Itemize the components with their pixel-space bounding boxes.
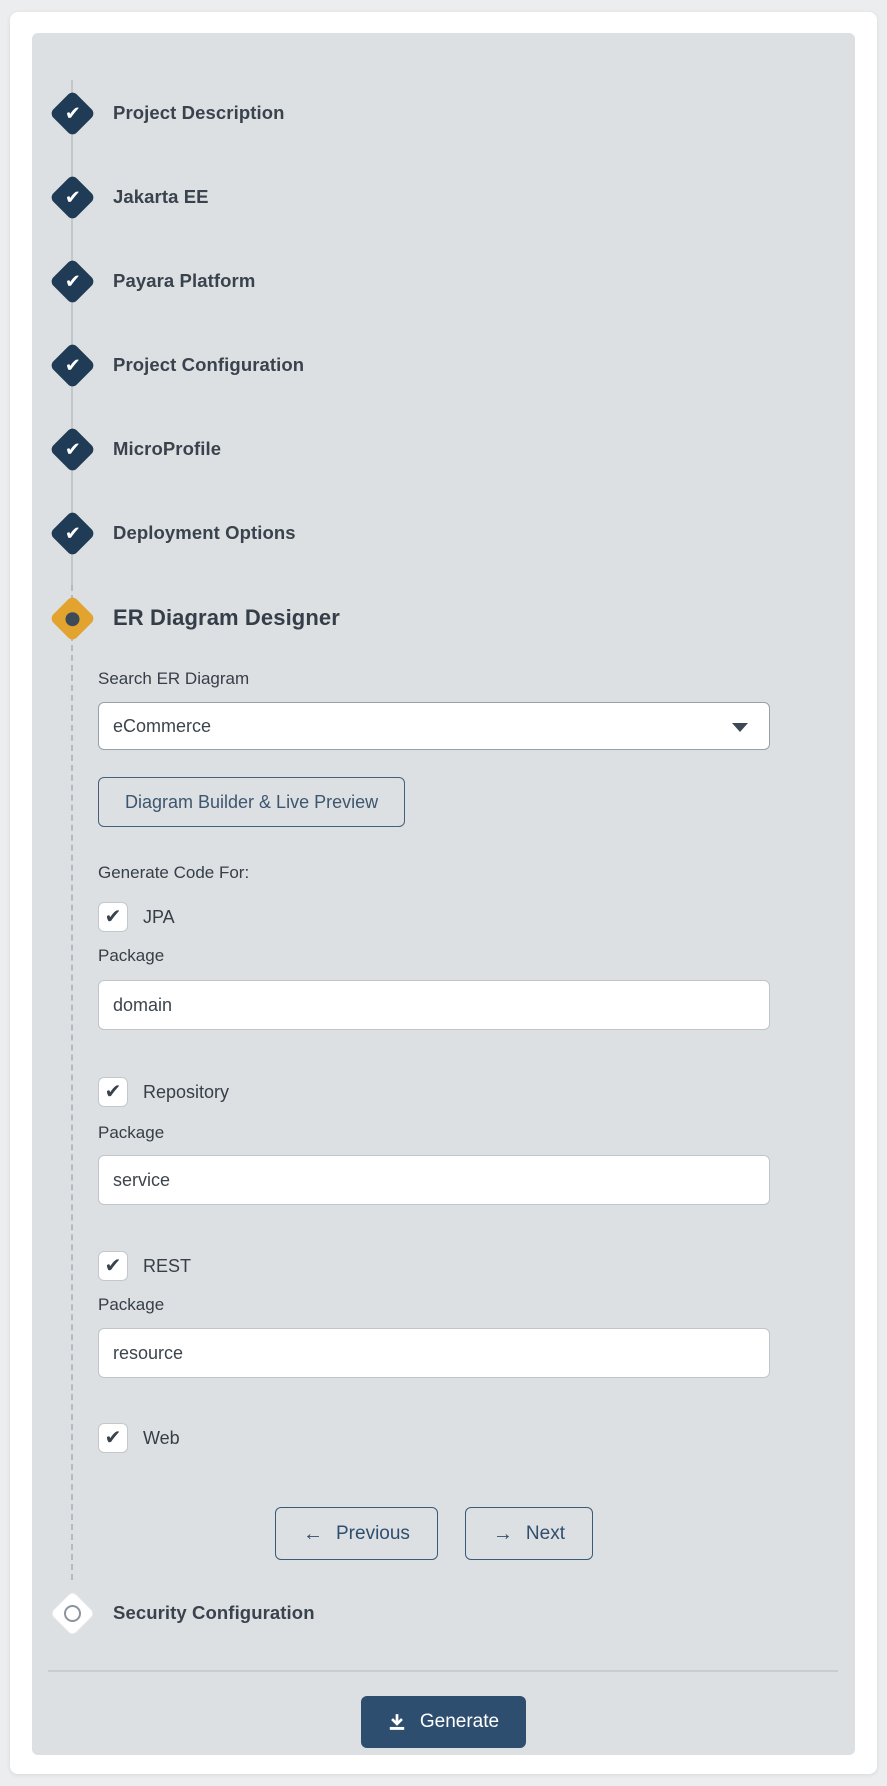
step-payara-platform[interactable]: ✔ Payara Platform [32,239,855,323]
jpa-option-row: ✔ JPA [98,901,770,933]
step-label: Deployment Options [113,522,296,544]
stepper-panel: ✔ Project Description ✔ Jakarta EE ✔ Pay… [32,33,855,1755]
step-jakarta-ee[interactable]: ✔ Jakarta EE [32,155,855,239]
generate-button-label: Generate [420,1711,499,1733]
check-icon: ✔ [105,907,122,927]
step-completed-icon: ✔ [50,259,95,304]
diagram-builder-button[interactable]: Diagram Builder & Live Preview [98,777,405,827]
footer-divider [48,1670,838,1672]
check-icon: ✔ [65,103,81,122]
next-button[interactable]: → Next [465,1507,593,1560]
step-label: Project Description [113,102,285,124]
check-icon: ✔ [65,187,81,206]
wizard-nav-buttons: ← Previous → Next [98,1507,770,1560]
check-icon: ✔ [65,523,81,542]
step-active-icon [50,596,95,641]
web-option-row: ✔ Web [98,1422,770,1454]
jpa-checkbox[interactable]: ✔ [98,902,128,932]
check-icon: ✔ [105,1256,122,1276]
step-completed-icon: ✔ [50,175,95,220]
rest-package-input[interactable] [98,1328,770,1378]
previous-button-label: Previous [336,1523,410,1545]
pending-ring-icon [64,1605,81,1622]
check-icon: ✔ [65,355,81,374]
web-checkbox[interactable]: ✔ [98,1423,128,1453]
web-checkbox-label: Web [143,1428,180,1449]
generate-code-for-label: Generate Code For: [98,863,770,883]
rest-option-row: ✔ REST [98,1250,770,1282]
check-icon: ✔ [65,271,81,290]
step-er-diagram-designer[interactable]: ER Diagram Designer [32,575,855,661]
page-title: ER Diagram Designer [113,605,340,631]
step-completed-icon: ✔ [50,511,95,556]
arrow-right-icon: → [493,1524,513,1544]
check-icon: ✔ [105,1082,122,1102]
step-deployment-options[interactable]: ✔ Deployment Options [32,491,855,575]
er-diagram-select[interactable]: eCommerce [98,702,770,750]
step-project-configuration[interactable]: ✔ Project Configuration [32,323,855,407]
caret-down-icon [732,723,748,732]
step-label: MicroProfile [113,438,221,460]
repository-package-input[interactable] [98,1155,770,1205]
step-label: Jakarta EE [113,186,209,208]
step-pending-icon [50,1591,95,1636]
download-icon [388,1713,406,1731]
repository-option-row: ✔ Repository [98,1076,770,1108]
previous-button[interactable]: ← Previous [275,1507,438,1560]
repository-checkbox[interactable]: ✔ [98,1077,128,1107]
arrow-left-icon: ← [303,1524,323,1544]
jpa-package-label: Package [98,946,770,966]
search-er-diagram-label: Search ER Diagram [98,669,770,689]
check-icon: ✔ [105,1428,122,1448]
wizard-card: ✔ Project Description ✔ Jakarta EE ✔ Pay… [10,12,877,1774]
jpa-package-input[interactable] [98,980,770,1030]
step-label: Project Configuration [113,354,304,376]
page: { "colors": { "page_background": "#ebede… [0,0,887,1786]
generate-button[interactable]: Generate [361,1696,526,1748]
step-completed-icon: ✔ [50,427,95,472]
step-label: Security Configuration [113,1602,315,1624]
generate-row: Generate [32,1696,855,1748]
step-completed-icon: ✔ [50,91,95,136]
step-security-configuration[interactable]: Security Configuration [32,1571,855,1655]
step-project-description[interactable]: ✔ Project Description [32,71,855,155]
active-dot-icon [66,611,80,625]
step-microprofile[interactable]: ✔ MicroProfile [32,407,855,491]
check-icon: ✔ [65,439,81,458]
repository-checkbox-label: Repository [143,1082,229,1103]
jpa-checkbox-label: JPA [143,907,175,928]
er-step-content: Search ER Diagram eCommerce Diagram Buil… [98,669,770,1560]
rest-package-label: Package [98,1295,770,1315]
repository-package-label: Package [98,1123,770,1143]
next-button-label: Next [526,1523,565,1545]
rest-checkbox-label: REST [143,1256,191,1277]
rest-checkbox[interactable]: ✔ [98,1251,128,1281]
step-label: Payara Platform [113,270,255,292]
timeline-dashed-line [71,585,73,1580]
er-diagram-select-value: eCommerce [113,716,211,737]
step-completed-icon: ✔ [50,343,95,388]
